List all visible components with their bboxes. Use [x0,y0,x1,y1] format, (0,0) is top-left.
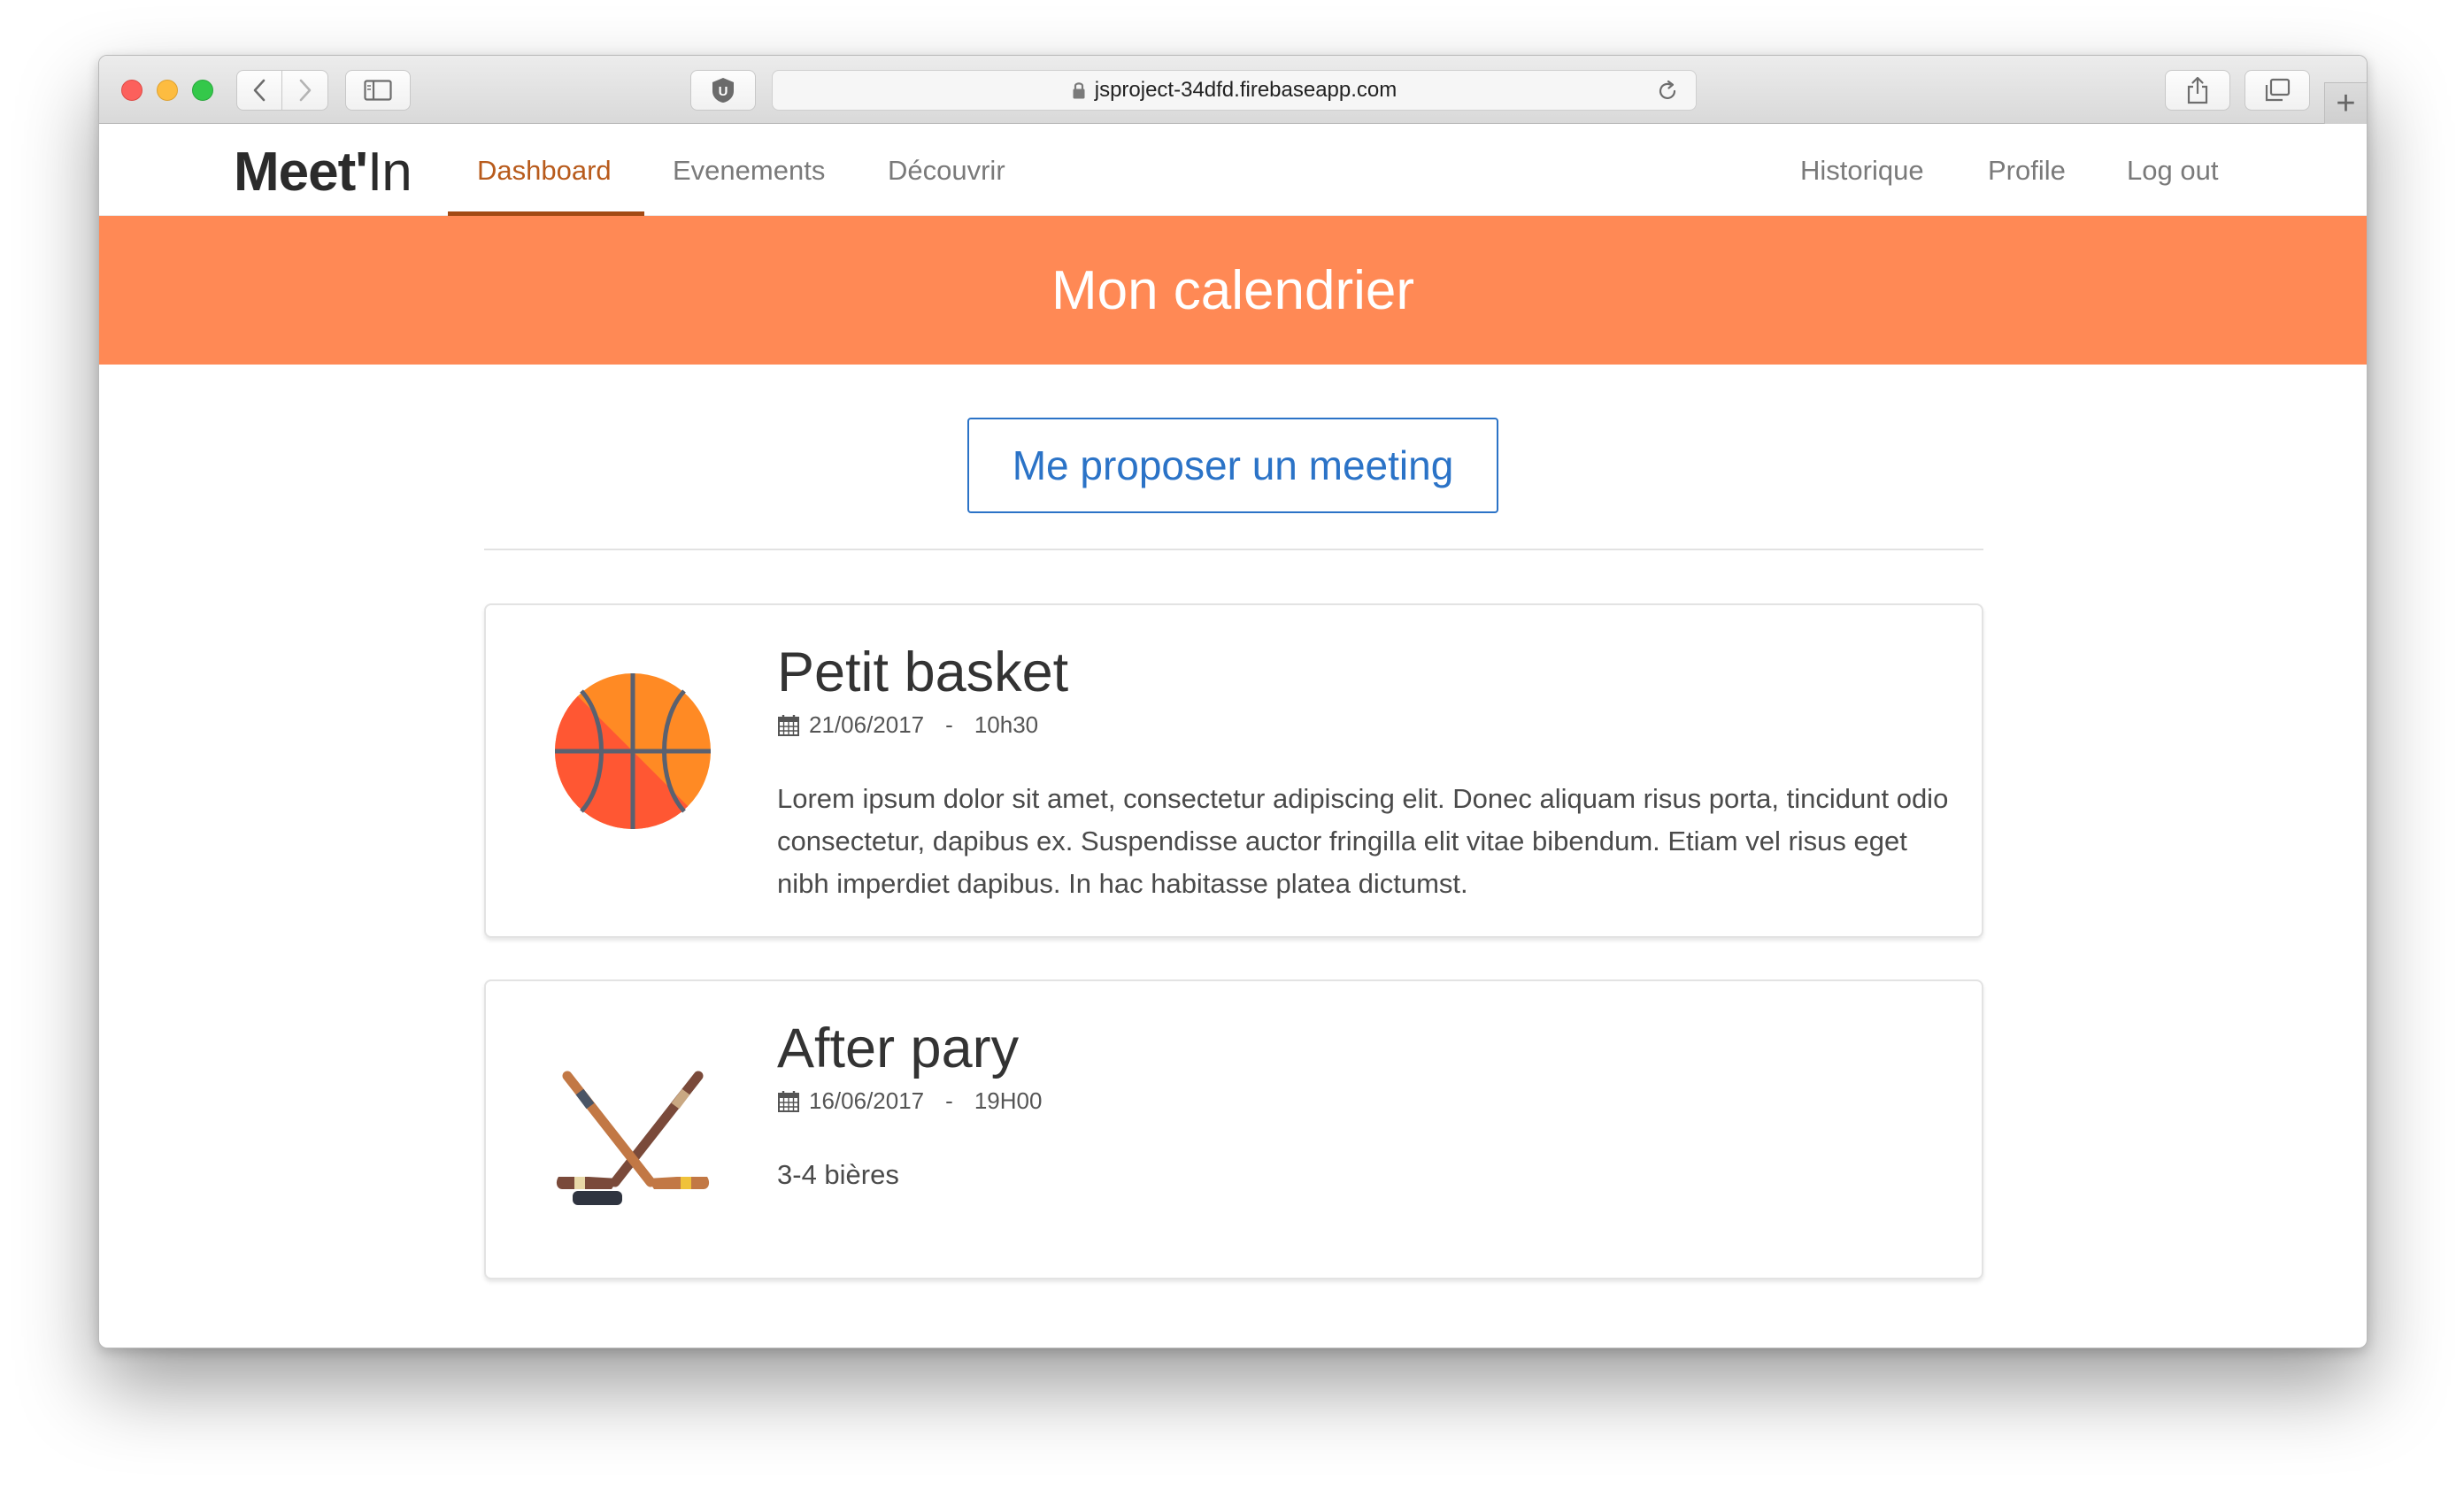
zoom-window-button[interactable] [192,80,213,101]
propose-meeting-button[interactable]: Me proposer un meeting [967,418,1498,513]
chevron-left-icon [253,79,266,102]
browser-window: U jsproject-34dfd.firebaseapp.com + Meet… [98,55,2368,1348]
brand-bold: Meet' [234,142,368,203]
back-button[interactable] [237,71,282,110]
event-description: Lorem ipsum dolor sit amet, consectetur … [777,783,1949,899]
tabs-overview-icon [2265,78,2291,102]
share-button[interactable] [2165,70,2230,111]
address-bar[interactable]: jsproject-34dfd.firebaseapp.com [772,70,1697,111]
hockey-sticks-icon [556,1071,710,1205]
shield-extension-icon: U [712,78,734,103]
event-meta: 16/06/2017 - 19H00 [777,1087,1042,1115]
show-tabs-button[interactable] [2245,70,2310,111]
close-window-button[interactable] [121,80,142,101]
event-card[interactable]: After pary 16/06/2017 - 19H00 3-4 bières [484,979,1983,1279]
calendar-icon [778,1090,799,1112]
basketball-icon [555,673,711,829]
plus-icon: + [2336,85,2356,122]
reload-icon[interactable] [1655,79,1680,104]
new-tab-button[interactable]: + [2324,82,2367,124]
history-nav-buttons [236,70,328,111]
cta-section: Me proposer un meeting [99,365,2367,573]
brand-light: In [367,142,412,203]
nav-dashboard[interactable]: Dashboard [477,125,612,216]
forward-button[interactable] [282,71,327,110]
nav-logout[interactable]: Log out [2127,125,2218,216]
sidebar-toggle-button[interactable] [345,70,411,111]
event-title: Petit basket [777,641,1069,703]
event-card[interactable]: Petit basket 21/06/2017 - 10h30 Lorem ip… [484,603,1983,938]
meta-separator: - [945,711,953,738]
event-description: 3-4 bières [777,1159,899,1190]
event-time: 10h30 [974,711,1039,738]
event-meta: 21/06/2017 - 10h30 [777,711,1038,739]
lock-icon [1073,82,1085,99]
nav-profile[interactable]: Profile [1988,125,2066,216]
url-text: jsproject-34dfd.firebaseapp.com [1094,78,1398,102]
brand-logo[interactable]: Meet'In [234,141,412,204]
nav-evenements[interactable]: Evenements [673,125,825,216]
chevron-right-icon [299,79,311,102]
event-date: 16/06/2017 [809,1087,925,1114]
top-navbar: Meet'In Dashboard Evenements Découvrir H… [99,125,2367,216]
page-title: Mon calendrier [1051,259,1415,321]
sidebar-icon [364,80,392,101]
event-time: 19H00 [974,1087,1043,1114]
section-divider [484,549,1983,550]
hero-banner: Mon calendrier [99,216,2367,365]
extension-letter: U [719,84,728,99]
minimize-window-button[interactable] [157,80,178,101]
nav-historique[interactable]: Historique [1800,125,1924,216]
nav-decouvrir[interactable]: Découvrir [888,125,1005,216]
share-icon [2187,76,2208,104]
calendar-icon [778,714,799,736]
meta-separator: - [945,1087,953,1114]
browser-toolbar: U jsproject-34dfd.firebaseapp.com + [99,56,2367,124]
event-date: 21/06/2017 [809,711,925,738]
extension-button[interactable]: U [690,70,756,111]
event-title: After pary [777,1018,1020,1079]
web-page: Meet'In Dashboard Evenements Découvrir H… [99,125,2367,573]
